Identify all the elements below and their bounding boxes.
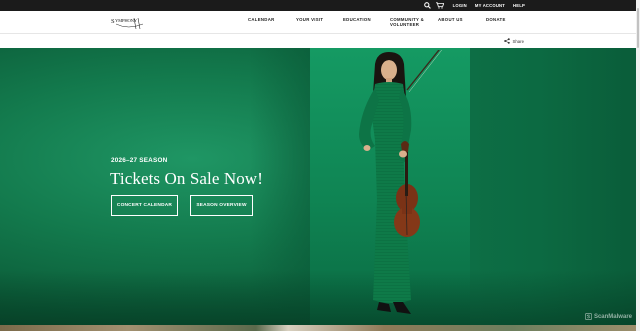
symphony-logo[interactable]: S YMPHONY: [110, 14, 146, 32]
violinist-image: [359, 50, 443, 314]
share-icon: [503, 38, 510, 44]
nav-calendar[interactable]: CALENDAR: [248, 17, 275, 22]
scrollbar-thumb[interactable]: [637, 8, 639, 48]
hero-banner: 2026–27 SEASON Tickets On Sale Now! CONC…: [0, 48, 640, 325]
nav-community-volunteer[interactable]: COMMUNITY & VOLUNTEER: [390, 17, 424, 27]
hero-floor-shadow: [0, 270, 640, 325]
watermark: ScanMalware: [584, 313, 632, 320]
nav-donate[interactable]: DONATE: [486, 17, 506, 22]
season-label: 2026–27 SEASON: [111, 157, 168, 164]
main-navigation: S YMPHONY CALENDAR YOUR VISIT EDUCATION …: [0, 11, 640, 34]
share-button[interactable]: Share: [503, 38, 524, 44]
share-bar: Share: [0, 34, 640, 48]
scanmalware-logo-icon: [584, 313, 592, 320]
season-overview-button[interactable]: SEASON OVERVIEW: [190, 195, 253, 216]
concert-calendar-button[interactable]: CONCERT CALENDAR: [111, 195, 178, 216]
nav-your-visit[interactable]: YOUR VISIT: [296, 17, 323, 22]
page-scrollbar[interactable]: [636, 0, 640, 331]
next-section-preview: [0, 325, 640, 331]
nav-education[interactable]: EDUCATION: [343, 17, 371, 22]
watermark-text: ScanMalware: [593, 313, 632, 320]
my-account-link[interactable]: MY ACCOUNT: [475, 3, 505, 8]
utility-bar: LOGIN MY ACCOUNT HELP: [0, 0, 640, 11]
share-label: Share: [512, 38, 524, 44]
help-link[interactable]: HELP: [513, 3, 525, 8]
nav-about-us[interactable]: ABOUT US: [438, 17, 463, 22]
hero-headline: Tickets On Sale Now!: [110, 169, 263, 188]
login-link[interactable]: LOGIN: [453, 3, 467, 8]
search-icon[interactable]: [423, 1, 432, 10]
cart-icon[interactable]: [436, 1, 445, 10]
